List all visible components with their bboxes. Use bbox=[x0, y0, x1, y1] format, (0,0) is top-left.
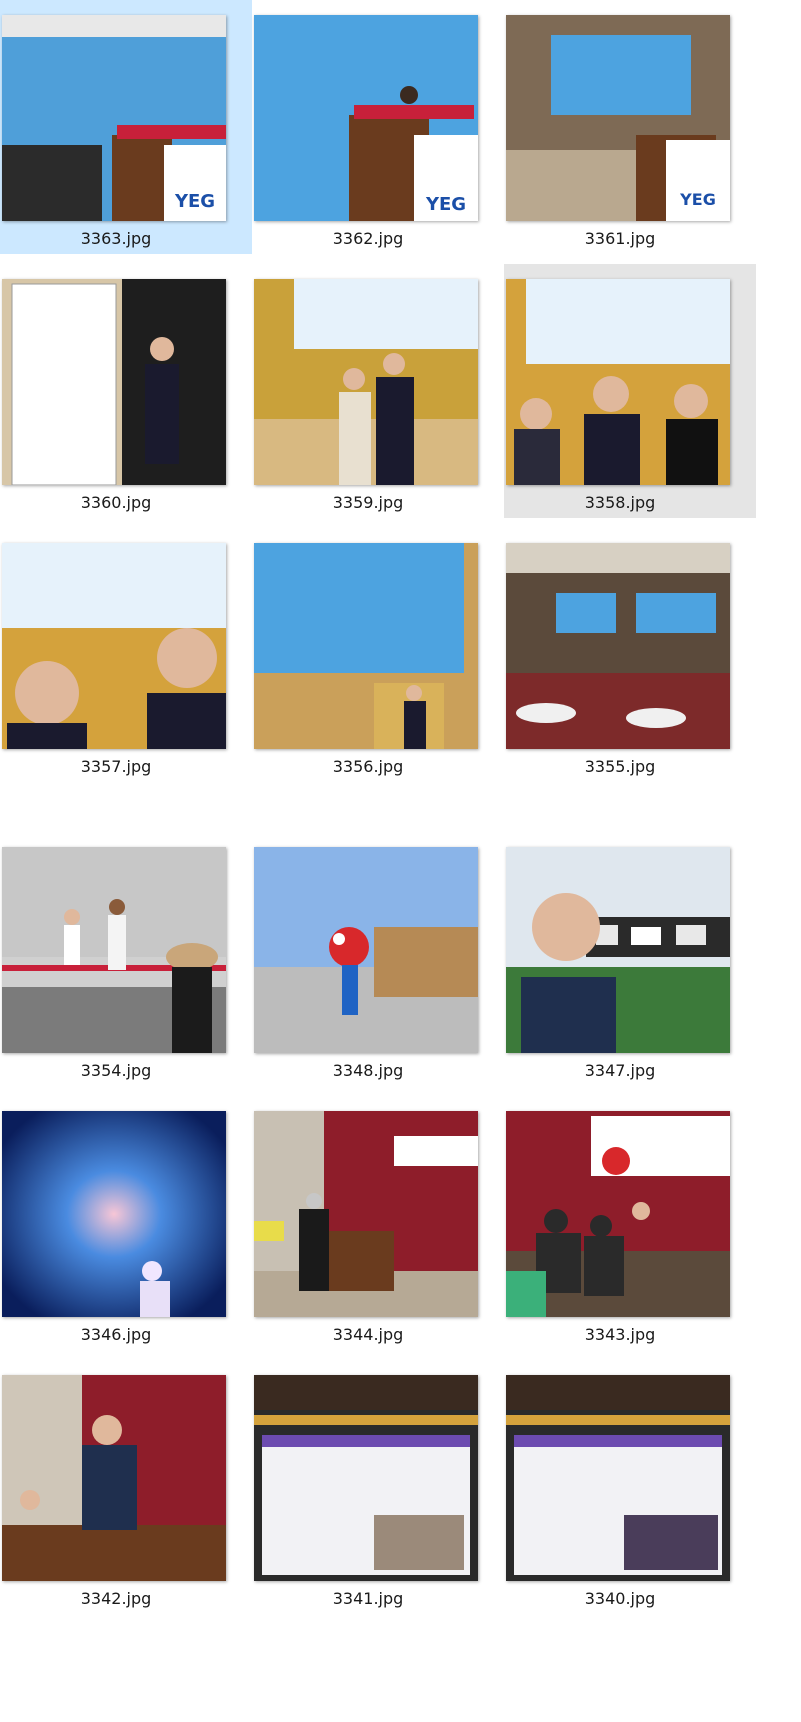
file-item[interactable]: 3358.jpg bbox=[504, 264, 756, 518]
file-thumbnail[interactable] bbox=[254, 1111, 478, 1317]
file-thumbnail[interactable] bbox=[506, 1375, 730, 1581]
file-thumbnail[interactable] bbox=[2, 847, 226, 1053]
file-name-label[interactable]: 3358.jpg bbox=[504, 493, 736, 512]
file-name-label[interactable]: 3342.jpg bbox=[0, 1589, 232, 1608]
file-item[interactable]: YEG 3363.jpg bbox=[0, 0, 252, 254]
thumbnail-grid: YEG 3363.jpg YEG 3362.jpg YEG 3361.jpg 3360.jp… bbox=[0, 0, 801, 1722]
file-item[interactable]: 3354.jpg bbox=[0, 832, 252, 1086]
file-item[interactable]: 3360.jpg bbox=[0, 264, 252, 518]
file-item[interactable]: YEG 3361.jpg bbox=[504, 0, 756, 254]
file-name-label[interactable]: 3340.jpg bbox=[504, 1589, 736, 1608]
file-name-label[interactable]: 3363.jpg bbox=[0, 229, 232, 248]
file-name-label[interactable]: 3356.jpg bbox=[252, 757, 484, 776]
file-thumbnail[interactable] bbox=[254, 279, 478, 485]
file-thumbnail[interactable] bbox=[506, 1111, 730, 1317]
file-thumbnail[interactable] bbox=[506, 279, 730, 485]
file-name-label[interactable]: 3357.jpg bbox=[0, 757, 232, 776]
file-item[interactable]: 3355.jpg bbox=[504, 528, 756, 782]
file-thumbnail[interactable] bbox=[2, 1375, 226, 1581]
file-item[interactable]: 3343.jpg bbox=[504, 1096, 756, 1350]
file-item[interactable]: 3342.jpg bbox=[0, 1360, 252, 1614]
file-thumbnail[interactable] bbox=[506, 847, 730, 1053]
file-name-label[interactable]: 3362.jpg bbox=[252, 229, 484, 248]
file-name-label[interactable]: 3361.jpg bbox=[504, 229, 736, 248]
file-thumbnail[interactable] bbox=[2, 1111, 226, 1317]
svg-text:YEG: YEG bbox=[174, 191, 215, 212]
file-item[interactable]: 3359.jpg bbox=[252, 264, 504, 518]
file-item[interactable]: 3340.jpg bbox=[504, 1360, 756, 1614]
file-name-label[interactable]: 3344.jpg bbox=[252, 1325, 484, 1344]
file-item[interactable]: 3346.jpg bbox=[0, 1096, 252, 1350]
file-name-label[interactable]: 3360.jpg bbox=[0, 493, 232, 512]
svg-text:YEG: YEG bbox=[425, 194, 466, 215]
file-name-label[interactable]: 3359.jpg bbox=[252, 493, 484, 512]
file-thumbnail[interactable] bbox=[2, 279, 226, 485]
file-name-label[interactable]: 3347.jpg bbox=[504, 1061, 736, 1080]
file-thumbnail[interactable] bbox=[254, 1375, 478, 1581]
file-thumbnail[interactable] bbox=[254, 847, 478, 1053]
file-thumbnail[interactable] bbox=[2, 543, 226, 749]
file-name-label[interactable]: 3354.jpg bbox=[0, 1061, 232, 1080]
file-item[interactable]: 3357.jpg bbox=[0, 528, 252, 782]
file-name-label[interactable]: 3348.jpg bbox=[252, 1061, 484, 1080]
file-name-label[interactable]: 3355.jpg bbox=[504, 757, 736, 776]
file-item[interactable]: 3348.jpg bbox=[252, 832, 504, 1086]
file-thumbnail[interactable]: YEG bbox=[2, 15, 226, 221]
file-thumbnail[interactable]: YEG bbox=[254, 15, 478, 221]
file-name-label[interactable]: 3346.jpg bbox=[0, 1325, 232, 1344]
file-item[interactable]: YEG 3362.jpg bbox=[252, 0, 504, 254]
file-item[interactable]: 3341.jpg bbox=[252, 1360, 504, 1614]
file-item[interactable]: 3344.jpg bbox=[252, 1096, 504, 1350]
file-thumbnail[interactable]: YEG bbox=[506, 15, 730, 221]
svg-text:YEG: YEG bbox=[679, 190, 716, 209]
file-item[interactable]: 3356.jpg bbox=[252, 528, 504, 782]
file-name-label[interactable]: 3343.jpg bbox=[504, 1325, 736, 1344]
file-name-label[interactable]: 3341.jpg bbox=[252, 1589, 484, 1608]
file-thumbnail[interactable] bbox=[254, 543, 478, 749]
file-item[interactable]: 3347.jpg bbox=[504, 832, 756, 1086]
file-thumbnail[interactable] bbox=[506, 543, 730, 749]
